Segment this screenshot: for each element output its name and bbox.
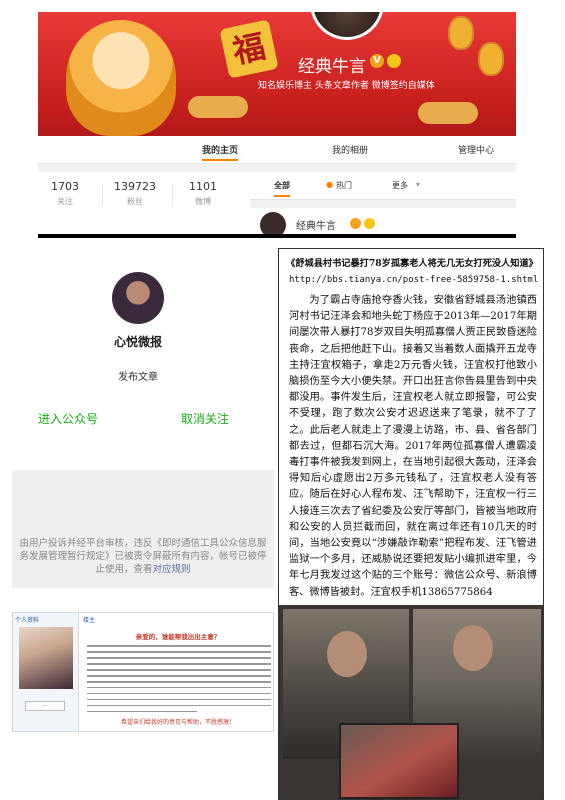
post-author[interactable]: 经典牛言 (296, 217, 336, 232)
tab-more[interactable]: 更多 (392, 180, 408, 191)
stat-label: 粉丝 (127, 197, 143, 206)
verified-icon (350, 218, 361, 229)
profile-banner: 福 经典牛言 V 知名娱乐博主 头条文章作者 微博签约自媒体 (38, 12, 516, 136)
enter-account-button[interactable]: 进入公众号 (38, 410, 98, 427)
cloud-decoration (418, 102, 478, 124)
feed-tabs: 全部 ● 热门 更多 ▾ (250, 172, 516, 200)
profile-avatar[interactable] (310, 12, 384, 40)
user-photo (19, 627, 73, 689)
lantern-decoration (478, 42, 504, 76)
blocked-notice-text: 由用户投诉并经平台审核，违反《即时通信工具公众信息服务发展管理暂行规定》已被责令… (19, 538, 267, 575)
forum-post-screenshot: 个人资料 ··· 楼主 亲爱的，谁能帮我出出主意？ 希望亲们给我好的意见与帮助，… (12, 612, 274, 732)
article-screenshot: 《舒城县村书记暴打78岁孤寡老人将无几无女打死没人知道》 http://bbs.… (278, 248, 544, 800)
post-text-lines (87, 645, 271, 717)
forum-post-body: 楼主 亲爱的，谁能帮我出出主意？ 希望亲们给我好的意见与帮助，不胜感激！ (83, 613, 273, 731)
photo-injured-person (339, 723, 459, 799)
article-photos (279, 605, 543, 799)
tab-manage-center[interactable]: 管理中心 (458, 143, 494, 156)
unfollow-button[interactable]: 取消关注 (181, 410, 229, 427)
face (327, 631, 367, 677)
blocked-notice: 由用户投诉并经平台审核，违反《即时通信工具公众信息服务发展管理暂行规定》已被责令… (12, 470, 274, 588)
send-article-label[interactable]: 发布文章 (12, 368, 264, 383)
face (453, 625, 493, 671)
weibo-profile-screenshot: 福 经典牛言 V 知名娱乐博主 头条文章作者 微博签约自媒体 我的主页 我的相册… (38, 12, 516, 238)
profile-stats: 1703 关注 139723 粉丝 1101 微博 (38, 172, 250, 234)
account-avatar (112, 272, 164, 324)
profile-nav: 我的主页 我的相册 管理中心 (38, 136, 516, 164)
verified-icon: V (370, 54, 384, 68)
tab-my-album[interactable]: 我的相册 (332, 143, 368, 156)
profile-name: 经典牛言 (298, 57, 366, 77)
forum-user-sidebar: 个人资料 ··· (13, 613, 79, 731)
sidebar-header: 个人资料 (15, 617, 40, 624)
profile-button[interactable]: ··· (25, 701, 65, 711)
tab-hot[interactable]: 热门 (336, 180, 352, 191)
stat-label: 关注 (57, 197, 73, 206)
cartoon-mascot-image (66, 20, 176, 136)
profile-bio: 知名娱乐博主 头条文章作者 微博签约自媒体 (258, 81, 435, 91)
lantern-decoration (448, 16, 474, 50)
tab-my-homepage[interactable]: 我的主页 (202, 143, 239, 161)
stat-value: 139723 (114, 180, 156, 193)
wechat-account-screenshot: 心悦微报 发布文章 进入公众号 取消关注 由用户投诉并经平台审核，违反《即时通信… (12, 250, 274, 590)
cloud-decoration (188, 96, 248, 118)
chevron-down-icon: ▾ (416, 180, 421, 189)
floor-label: 楼主 (83, 617, 96, 624)
article-url: http://bbs.tianya.cn/post-free-5859758-1… (289, 275, 539, 285)
stat-posts[interactable]: 1101 微博 (168, 180, 238, 207)
flame-icon: ● (326, 180, 333, 189)
tab-all[interactable]: 全部 (274, 180, 290, 197)
stat-following[interactable]: 1703 关注 (38, 180, 100, 207)
stat-value: 1703 (51, 180, 79, 193)
stat-value: 1101 (189, 180, 217, 193)
post-title: 亲爱的，谁能帮我出出主意？ (135, 633, 221, 641)
rules-link[interactable]: 对应规则 (153, 564, 191, 575)
article-headline: 《舒城县村书记暴打78岁孤寡老人将无几无女打死没人知道》 (286, 258, 538, 269)
article-body: 为了霸占寺庙抢夺香火钱，安徽省舒城县汤池镇西河村书记汪泽会和地头蛇丁杨应于201… (289, 295, 537, 598)
account-name: 心悦微报 (113, 335, 162, 349)
post-footer: 希望亲们给我好的意见与帮助，不胜感激！ (120, 719, 235, 726)
divider (38, 234, 516, 238)
crown-icon (387, 54, 401, 68)
crown-icon (364, 218, 375, 229)
fu-character-decoration: 福 (219, 19, 279, 79)
stat-followers[interactable]: 139723 粉丝 (100, 180, 170, 207)
stat-label: 微博 (195, 197, 211, 206)
